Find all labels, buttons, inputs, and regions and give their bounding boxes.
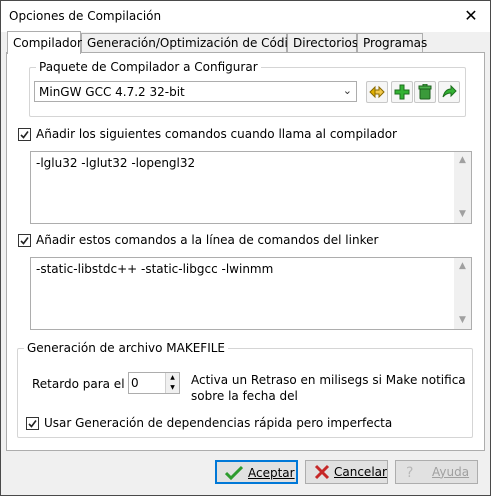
add-compiler-cmds-checkbox[interactable] bbox=[18, 128, 31, 141]
add-compiler-cmds-option[interactable]: Añadir los siguientes comandos cuando ll… bbox=[18, 127, 458, 143]
title-bar: Opciones de Compilación ✕ bbox=[1, 1, 490, 32]
cancel-label: Cancelar bbox=[334, 465, 387, 479]
ok-button[interactable]: Aceptar bbox=[215, 460, 298, 484]
delay-value: 0 bbox=[131, 376, 139, 390]
cancel-button[interactable]: Cancelar bbox=[305, 460, 388, 484]
add-linker-cmds-option[interactable]: Añadir estos comandos a la línea de coma… bbox=[18, 233, 458, 249]
fast-deps-label: Usar Generación de dependencias rápida p… bbox=[44, 416, 393, 430]
delay-description: Activa un Retraso en milisegs si Make no… bbox=[191, 373, 466, 403]
compiler-set-group-label: Paquete de Compilador a Configurar bbox=[36, 60, 261, 74]
compile-options-dialog: Opciones de Compilación ✕ Compilador Gen… bbox=[0, 0, 491, 496]
help-icon: ? bbox=[406, 465, 413, 480]
spin-up-icon[interactable]: ▲ bbox=[166, 373, 179, 383]
import-icon bbox=[442, 84, 457, 98]
compiler-set-select[interactable]: MinGW GCC 4.7.2 32-bit ⌄ bbox=[34, 81, 357, 102]
checkmark-icon bbox=[20, 131, 29, 139]
window-title: Opciones de Compilación bbox=[9, 9, 162, 23]
cancel-x-icon bbox=[314, 464, 330, 480]
tab-code-generation[interactable]: Generación/Optimización de Código bbox=[81, 33, 303, 53]
add-compiler-set-button[interactable] bbox=[391, 81, 413, 103]
close-button[interactable]: ✕ bbox=[458, 5, 484, 27]
add-icon bbox=[394, 84, 410, 100]
help-label: Ayuda bbox=[432, 465, 470, 479]
compiler-set-value: MinGW GCC 4.7.2 32-bit bbox=[39, 85, 185, 99]
delete-icon bbox=[418, 84, 432, 100]
help-button[interactable]: ? Ayuda bbox=[395, 460, 478, 484]
add-linker-cmds-checkbox[interactable] bbox=[18, 234, 31, 247]
scroll-up-icon[interactable]: ▲ bbox=[454, 258, 471, 275]
delay-spinner[interactable]: 0 ▲ ▼ bbox=[128, 372, 180, 394]
rename-compiler-set-button[interactable] bbox=[366, 81, 388, 103]
import-compiler-set-button[interactable] bbox=[438, 81, 460, 103]
close-icon: ✕ bbox=[464, 6, 478, 25]
spin-down-icon[interactable]: ▼ bbox=[166, 383, 179, 393]
delete-compiler-set-button[interactable] bbox=[414, 81, 436, 103]
add-linker-cmds-label: Añadir estos comandos a la línea de coma… bbox=[36, 233, 379, 247]
checkmark-icon bbox=[20, 237, 29, 245]
rename-icon bbox=[369, 85, 385, 99]
delay-spin-buttons[interactable]: ▲ ▼ bbox=[165, 373, 179, 393]
fast-deps-option[interactable]: Usar Generación de dependencias rápida p… bbox=[26, 416, 466, 432]
scroll-down-icon[interactable]: ▼ bbox=[454, 206, 471, 223]
linker-cmds-textarea[interactable]: -static-libstdc++ -static-libgcc -lwinmm… bbox=[30, 257, 472, 330]
linker-cmds-scrollbar[interactable]: ▲ ▼ bbox=[454, 258, 471, 329]
makefile-group-label: Generación de archivo MAKEFILE bbox=[24, 341, 229, 355]
checkmark-icon bbox=[28, 420, 37, 428]
chevron-down-icon: ⌄ bbox=[342, 84, 352, 97]
compiler-cmds-scrollbar[interactable]: ▲ ▼ bbox=[454, 152, 471, 223]
svg-text:?: ? bbox=[406, 465, 413, 480]
scroll-up-icon[interactable]: ▲ bbox=[454, 152, 471, 169]
compiler-cmds-text: -lglu32 -lglut32 -lopengl32 bbox=[36, 156, 196, 170]
scroll-down-icon[interactable]: ▼ bbox=[454, 312, 471, 329]
compiler-cmds-textarea[interactable]: -lglu32 -lglut32 -lopengl32 ▲ ▼ bbox=[30, 151, 472, 224]
add-compiler-cmds-label: Añadir los siguientes comandos cuando ll… bbox=[36, 127, 397, 141]
tab-programs[interactable]: Programas bbox=[357, 33, 427, 53]
ok-label: Aceptar bbox=[248, 466, 295, 480]
tab-compiler[interactable]: Compilador bbox=[7, 31, 82, 54]
tab-directories[interactable]: Directorios bbox=[287, 33, 358, 53]
checkmark-icon bbox=[225, 465, 243, 481]
fast-deps-checkbox[interactable] bbox=[26, 417, 39, 430]
linker-cmds-text: -static-libstdc++ -static-libgcc -lwinmm bbox=[36, 262, 274, 276]
